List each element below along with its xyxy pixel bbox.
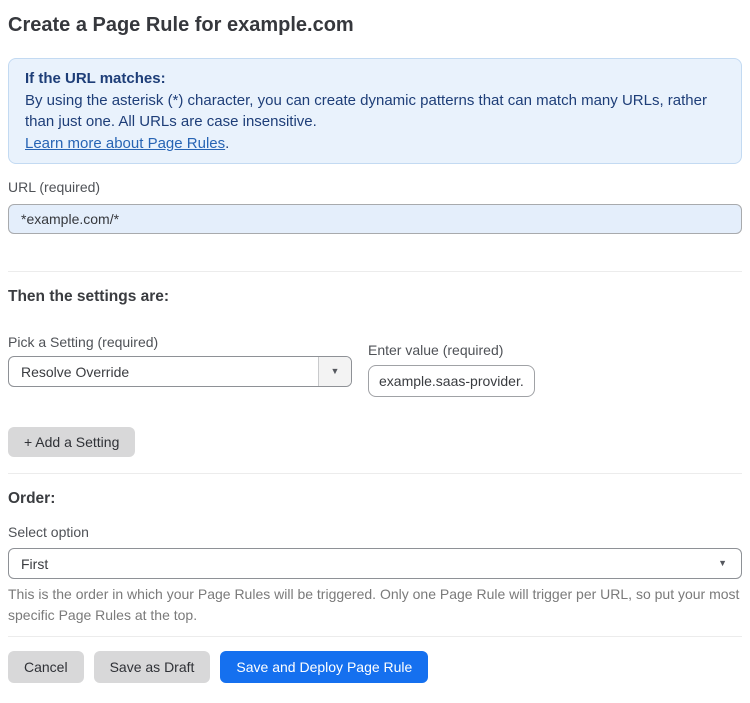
setting-select[interactable]: Resolve Override ▼ [8, 356, 352, 387]
pick-setting-label: Pick a Setting (required) [8, 334, 159, 350]
chevron-down-icon: ▼ [718, 558, 727, 568]
add-setting-button[interactable]: + Add a Setting [8, 427, 136, 457]
order-select-label: Select option [8, 524, 89, 540]
cancel-button[interactable]: Cancel [8, 651, 84, 683]
order-select-value: First [21, 555, 49, 572]
setting-value-input[interactable] [368, 365, 535, 397]
page-rule-form: Create a Page Rule for example.com If th… [0, 12, 750, 683]
info-box-link-line: Learn more about Page Rules. [25, 133, 725, 155]
url-input[interactable] [8, 204, 742, 234]
order-select[interactable]: First ▼ [8, 548, 742, 579]
info-box-body: By using the asterisk (*) character, you… [25, 91, 707, 131]
link-suffix: . [225, 134, 230, 152]
learn-more-link[interactable]: Learn more about Page Rules [25, 135, 225, 152]
section-divider [8, 473, 742, 474]
chevron-down-icon: ▼ [330, 366, 340, 376]
footer-actions: Cancel Save as Draft Save and Deploy Pag… [8, 651, 742, 683]
save-as-draft-button[interactable]: Save as Draft [93, 651, 211, 683]
settings-row: Pick a Setting (required) Resolve Overri… [8, 307, 742, 397]
page-title: Create a Page Rule for example.com [8, 14, 354, 36]
footer-divider [8, 636, 742, 637]
setting-select-arrow-button[interactable]: ▼ [318, 357, 351, 386]
url-match-info-box: If the URL matches: By using the asteris… [8, 58, 742, 164]
settings-section-heading: Then the settings are: [8, 288, 170, 305]
section-divider [8, 271, 742, 272]
url-field-label: URL (required) [8, 179, 101, 195]
pick-setting-column: Pick a Setting (required) Resolve Overri… [8, 307, 352, 387]
enter-value-label: Enter value (required) [368, 342, 504, 358]
info-box-heading: If the URL matches: [25, 70, 166, 87]
save-and-deploy-button[interactable]: Save and Deploy Page Rule [220, 651, 429, 683]
setting-select-value: Resolve Override [21, 363, 130, 380]
enter-value-column: Enter value (required) [368, 307, 535, 397]
order-section-heading: Order: [8, 490, 56, 507]
order-help-text: This is the order in which your Page Rul… [8, 586, 740, 623]
